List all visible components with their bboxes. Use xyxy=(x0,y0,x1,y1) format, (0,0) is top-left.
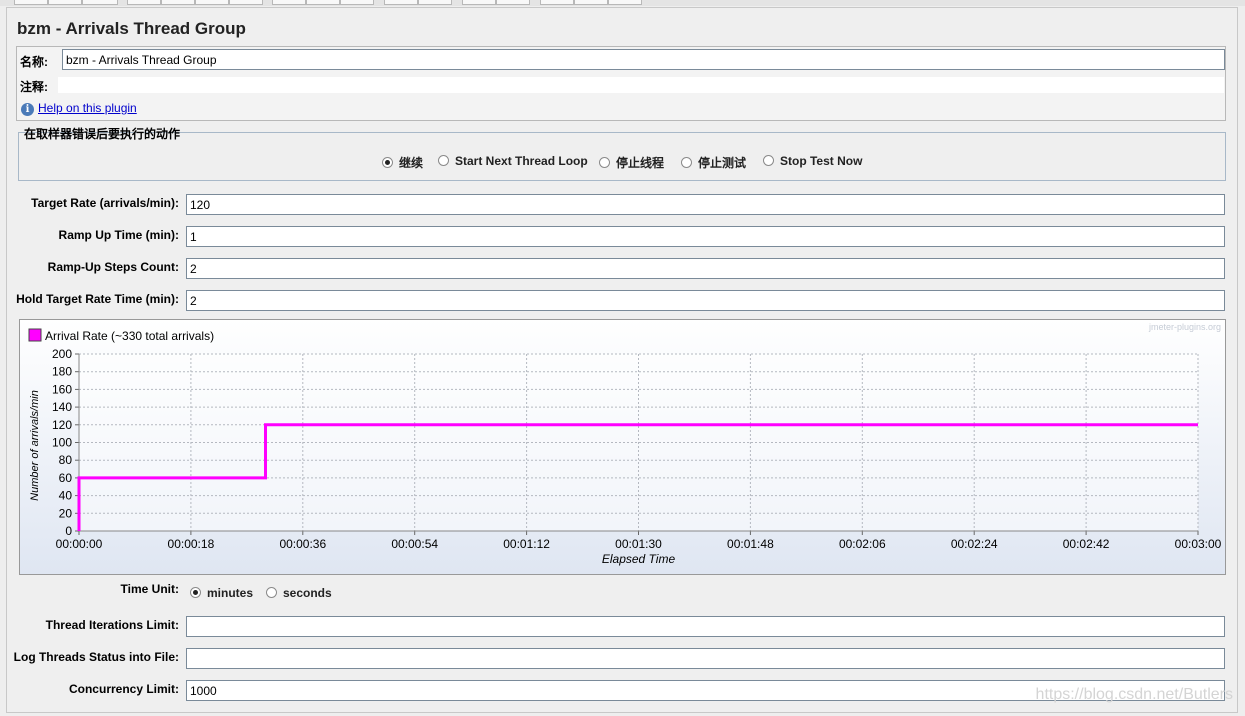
toolbar-button[interactable] xyxy=(574,0,608,5)
ramp-up-time-label: Ramp Up Time (min): xyxy=(58,228,179,242)
toolbar-button[interactable] xyxy=(608,0,642,5)
page-title: bzm - Arrivals Thread Group xyxy=(17,19,246,38)
chart-watermark: jmeter-plugins.org xyxy=(1148,322,1221,332)
target-rate-label: Target Rate (arrivals/min): xyxy=(31,196,179,210)
toolbar-button[interactable] xyxy=(418,0,452,5)
comment-label: 注释: xyxy=(20,80,48,94)
help-plugin-link[interactable]: Help on this plugin xyxy=(38,101,137,115)
legend-label: Arrival Rate (~330 total arrivals) xyxy=(45,329,214,343)
y-tick-label: 120 xyxy=(52,418,72,432)
x-tick-label: 00:00:00 xyxy=(56,537,103,551)
toolbar-button[interactable] xyxy=(496,0,530,5)
blog-watermark: https://blog.csdn.net/Butlers xyxy=(1035,686,1233,703)
iterations-limit-label: Thread Iterations Limit: xyxy=(45,618,179,632)
time-unit-label: Time Unit: xyxy=(120,582,179,596)
y-tick-label: 60 xyxy=(59,471,73,485)
radio-button[interactable] xyxy=(681,157,692,169)
toolbar-button[interactable] xyxy=(48,0,82,5)
x-tick-label: 00:00:18 xyxy=(168,537,215,551)
y-tick-label: 20 xyxy=(59,506,73,520)
radio-label: 停止测试 xyxy=(698,156,747,170)
chart-svg: 0 20 40 60 80 100 120 140 160 180 200 00:00:00 00:00… xyxy=(28,328,1222,566)
y-tick-label: 160 xyxy=(52,382,72,396)
x-tick-label: 00:03:00 xyxy=(1175,537,1222,551)
x-tick-label: 00:02:24 xyxy=(951,537,998,551)
toolbar-button[interactable] xyxy=(14,0,48,5)
y-tick-label: 0 xyxy=(65,524,72,538)
radio-button[interactable] xyxy=(763,155,774,167)
log-threads-label: Log Threads Status into File: xyxy=(13,650,179,664)
y-axis-label: Number of arrivals/min xyxy=(29,390,41,501)
x-tick-label: 00:01:48 xyxy=(727,537,774,551)
toolbar xyxy=(0,0,1245,6)
ramp-up-steps-field[interactable]: 2 xyxy=(186,258,1225,279)
radio-button[interactable] xyxy=(190,587,201,599)
comment-field[interactable] xyxy=(58,77,1224,93)
radio-button[interactable] xyxy=(599,157,610,169)
radio-stop-test-now[interactable]: Stop Test Now xyxy=(763,154,862,168)
info-icon: i xyxy=(21,103,34,116)
radio-label: seconds xyxy=(283,586,332,600)
x-tick-label: 00:01:30 xyxy=(615,537,662,551)
concurrency-limit-label: Concurrency Limit: xyxy=(68,682,179,696)
radio-minutes[interactable]: minutes xyxy=(190,586,253,600)
name-field[interactable]: bzm - Arrivals Thread Group xyxy=(62,49,1225,70)
x-tick-label: 00:01:12 xyxy=(503,537,550,551)
y-tick-label: 180 xyxy=(52,365,72,379)
target-rate-field[interactable]: 120 xyxy=(186,194,1225,215)
toolbar-button[interactable] xyxy=(82,0,118,5)
toolbar-button[interactable] xyxy=(229,0,263,5)
y-tick-label: 100 xyxy=(52,436,72,450)
toolbar-button[interactable] xyxy=(127,0,161,5)
toolbar-button[interactable] xyxy=(340,0,374,5)
radio-stop-thread[interactable]: 停止线程 xyxy=(599,154,664,171)
y-tick-label: 40 xyxy=(59,489,73,503)
x-tick-label: 00:00:54 xyxy=(391,537,438,551)
ramp-up-steps-label: Ramp-Up Steps Count: xyxy=(47,260,179,274)
radio-continue[interactable]: 继续 xyxy=(382,154,423,171)
iterations-limit-field[interactable] xyxy=(186,616,1225,637)
x-axis-label: Elapsed Time xyxy=(602,552,676,566)
toolbar-button[interactable] xyxy=(384,0,418,5)
radio-label: Start Next Thread Loop xyxy=(455,154,588,168)
radio-label: 停止线程 xyxy=(616,156,665,170)
radio-start-next-loop[interactable]: Start Next Thread Loop xyxy=(438,154,588,168)
radio-label: Stop Test Now xyxy=(780,154,863,168)
radio-button[interactable] xyxy=(266,587,277,599)
radio-button[interactable] xyxy=(438,155,449,167)
y-tick-label: 140 xyxy=(52,400,72,414)
toolbar-button[interactable] xyxy=(540,0,574,5)
toolbar-button[interactable] xyxy=(306,0,340,5)
hold-time-field[interactable]: 2 xyxy=(186,290,1225,311)
log-threads-field[interactable] xyxy=(186,648,1225,669)
arrival-rate-chart: 0 20 40 60 80 100 120 140 160 180 200 00:00:00 00:00… xyxy=(19,319,1226,575)
radio-label: 继续 xyxy=(399,156,424,170)
radio-stop-test[interactable]: 停止测试 xyxy=(681,154,746,171)
y-tick-label: 200 xyxy=(52,347,72,361)
ramp-up-time-field[interactable]: 1 xyxy=(186,226,1225,247)
x-tick-label: 00:00:36 xyxy=(279,537,326,551)
radio-label: minutes xyxy=(207,586,254,600)
radio-seconds[interactable]: seconds xyxy=(266,586,332,600)
hold-time-label: Hold Target Rate Time (min): xyxy=(16,292,179,306)
toolbar-button[interactable] xyxy=(462,0,496,5)
legend-swatch xyxy=(28,328,42,342)
toolbar-button[interactable] xyxy=(161,0,195,5)
toolbar-button[interactable] xyxy=(272,0,306,5)
error-action-title: 在取样器错误后要执行的动作 xyxy=(24,127,181,141)
x-tick-label: 00:02:06 xyxy=(839,537,886,551)
radio-button[interactable] xyxy=(382,157,393,169)
toolbar-button[interactable] xyxy=(195,0,229,5)
name-label: 名称: xyxy=(20,55,48,69)
y-tick-label: 80 xyxy=(59,453,73,467)
x-tick-label: 00:02:42 xyxy=(1063,537,1110,551)
